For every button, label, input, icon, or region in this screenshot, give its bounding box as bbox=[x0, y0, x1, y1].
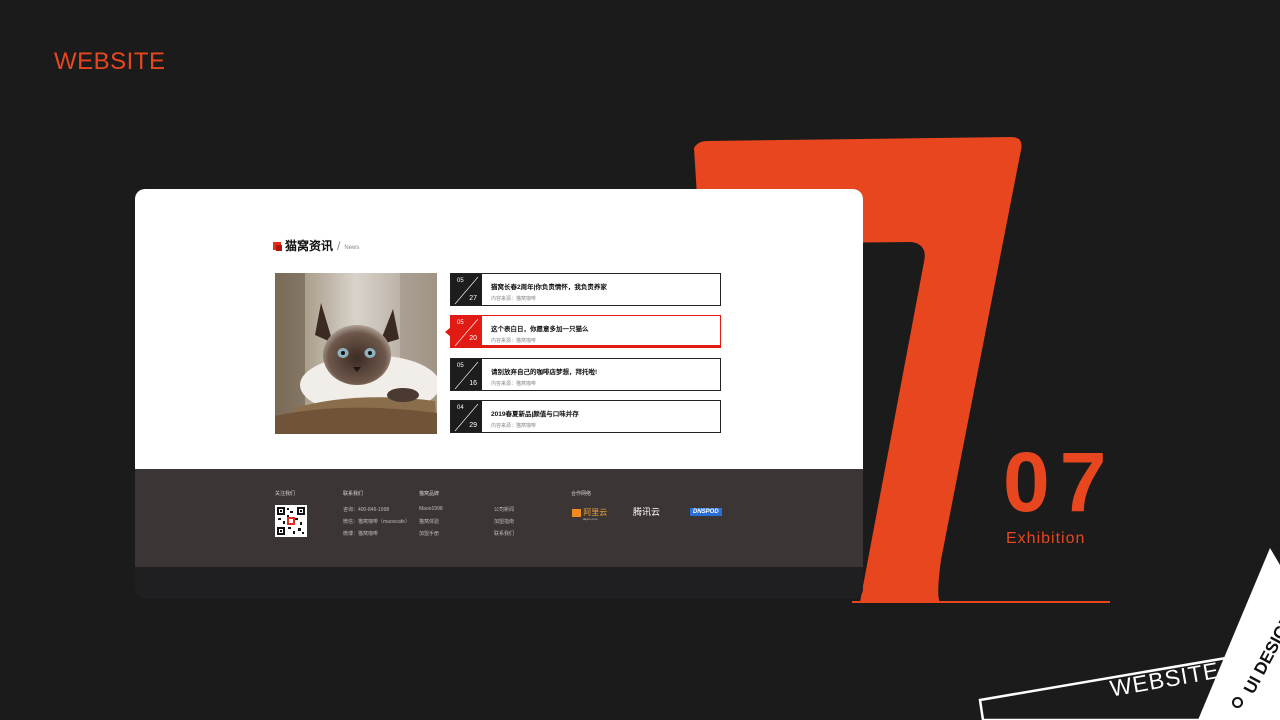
corner-decoration bbox=[978, 548, 1280, 720]
corner-circle-icon bbox=[1232, 697, 1243, 708]
